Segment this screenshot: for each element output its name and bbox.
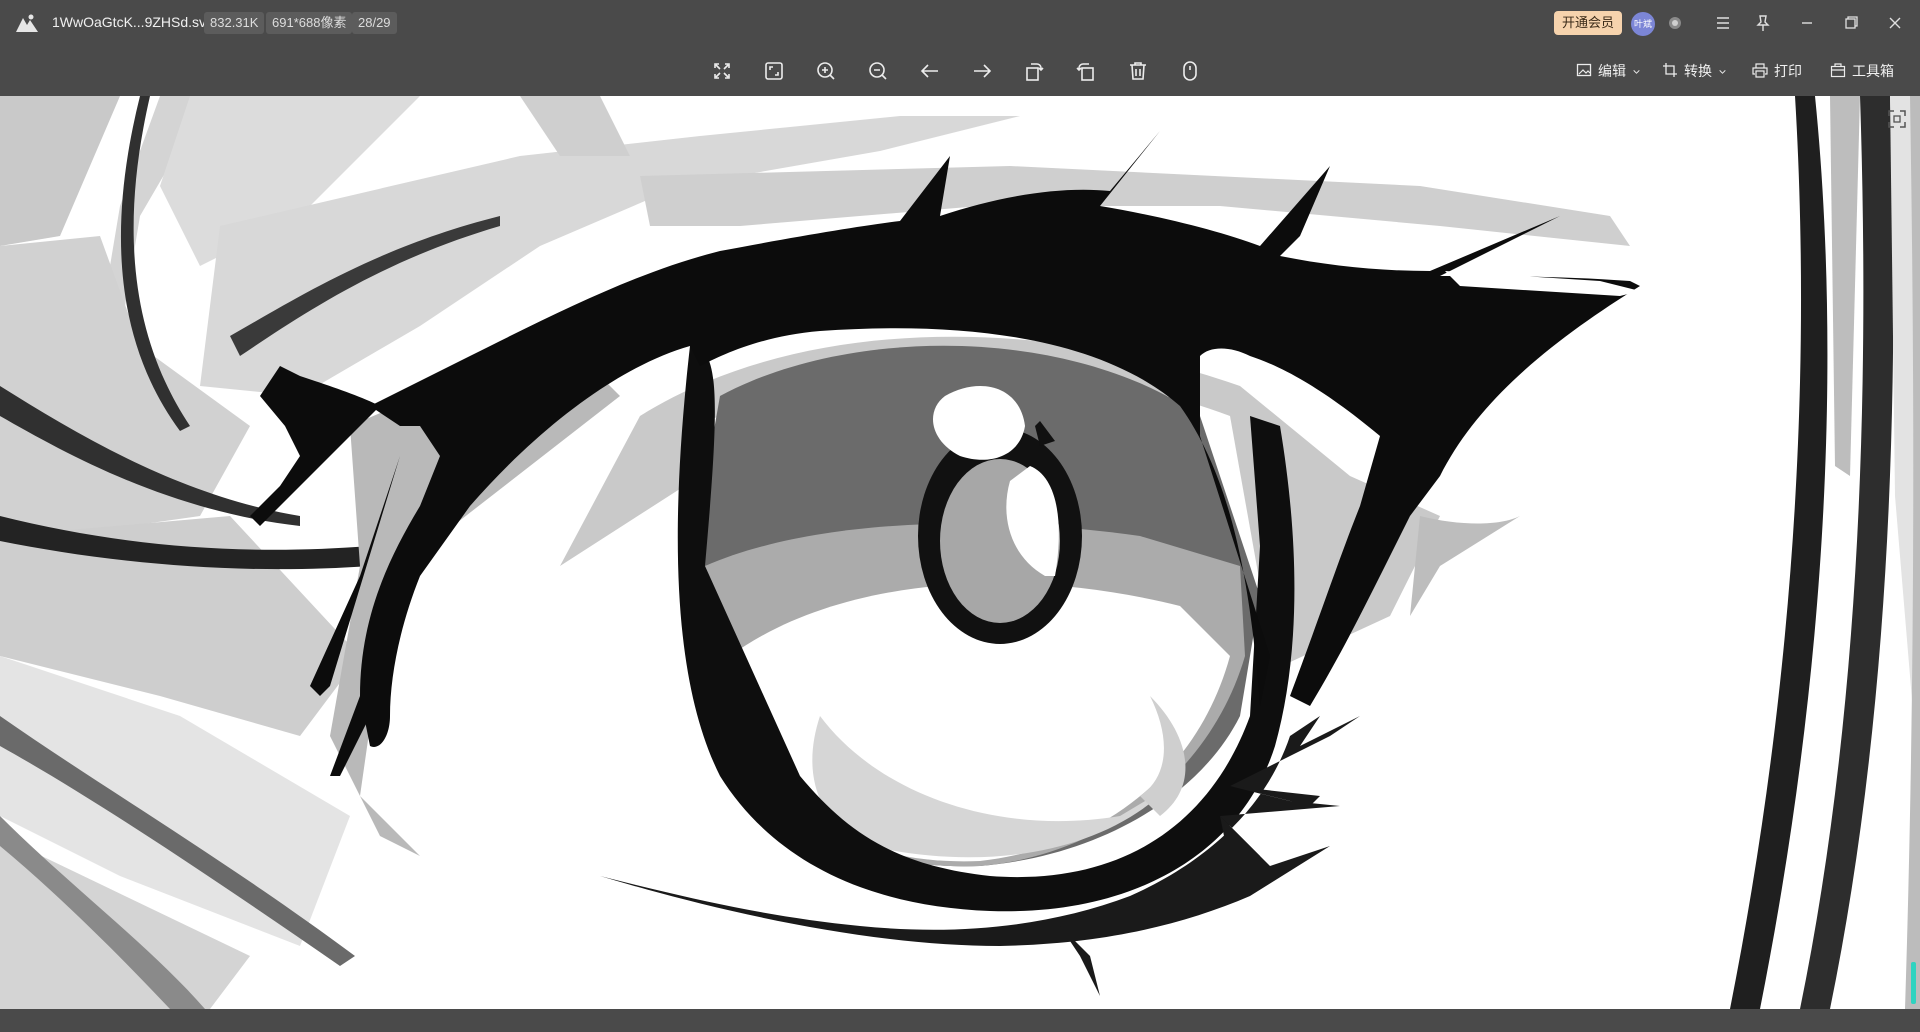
- print-label: 打印: [1774, 63, 1802, 79]
- file-size-tag: 832.31K: [204, 12, 265, 34]
- image-dimensions-tag: 691*688像素: [266, 12, 353, 34]
- minimize-icon[interactable]: [1796, 12, 1818, 34]
- rotate-left-icon[interactable]: [1018, 55, 1050, 87]
- bottom-bar: [0, 1009, 1920, 1032]
- zoom-out-icon[interactable]: [862, 55, 894, 87]
- image-edit-icon: [1576, 62, 1592, 81]
- image-canvas[interactable]: [0, 96, 1920, 1009]
- edit-menu-label: 编辑: [1598, 63, 1626, 79]
- image-index-tag: 28/29: [352, 12, 397, 34]
- print-button[interactable]: 打印: [1752, 56, 1802, 86]
- image-viewer-window: 1WwOaGtcK...9ZHSd.svg 832.31K 691*688像素 …: [0, 0, 1920, 1032]
- close-icon[interactable]: [1884, 12, 1906, 34]
- print-icon: [1752, 62, 1768, 81]
- app-logo-icon[interactable]: [14, 12, 40, 34]
- rotate-right-icon[interactable]: [1070, 55, 1102, 87]
- maximize-icon[interactable]: [1840, 12, 1862, 34]
- previous-icon[interactable]: [914, 55, 946, 87]
- chevron-down-icon: [1632, 63, 1641, 79]
- avatar[interactable]: 叶斌: [1631, 12, 1655, 36]
- vip-button[interactable]: 开通会员: [1554, 11, 1623, 35]
- file-name: 1WwOaGtcK...9ZHSd.svg: [52, 14, 214, 30]
- toolbox-label: 工具箱: [1852, 63, 1894, 79]
- eye-illustration: [0, 96, 1920, 1009]
- title-bar: 1WwOaGtcK...9ZHSd.svg 832.31K 691*688像素 …: [0, 0, 1920, 46]
- toolbox-button[interactable]: 工具箱: [1830, 56, 1894, 86]
- convert-menu-label: 转换: [1684, 63, 1712, 79]
- toolbar: 编辑 转换 打印 工具箱: [0, 46, 1920, 96]
- zoom-in-icon[interactable]: [810, 55, 842, 87]
- toolbox-icon: [1830, 62, 1846, 81]
- mouse-icon[interactable]: [1174, 55, 1206, 87]
- crop-icon: [1662, 62, 1678, 81]
- status-icon[interactable]: [1664, 12, 1686, 34]
- convert-menu[interactable]: 转换: [1662, 56, 1727, 86]
- chevron-down-icon: [1718, 63, 1727, 79]
- fullscreen-icon[interactable]: [706, 55, 738, 87]
- pin-icon[interactable]: [1752, 12, 1774, 34]
- delete-icon[interactable]: [1122, 55, 1154, 87]
- next-icon[interactable]: [966, 55, 998, 87]
- edit-menu[interactable]: 编辑: [1576, 56, 1641, 86]
- scroll-indicator[interactable]: [1911, 962, 1916, 1004]
- fit-screen-icon[interactable]: [1886, 108, 1908, 130]
- fit-window-icon[interactable]: [758, 55, 790, 87]
- menu-icon[interactable]: [1712, 12, 1734, 34]
